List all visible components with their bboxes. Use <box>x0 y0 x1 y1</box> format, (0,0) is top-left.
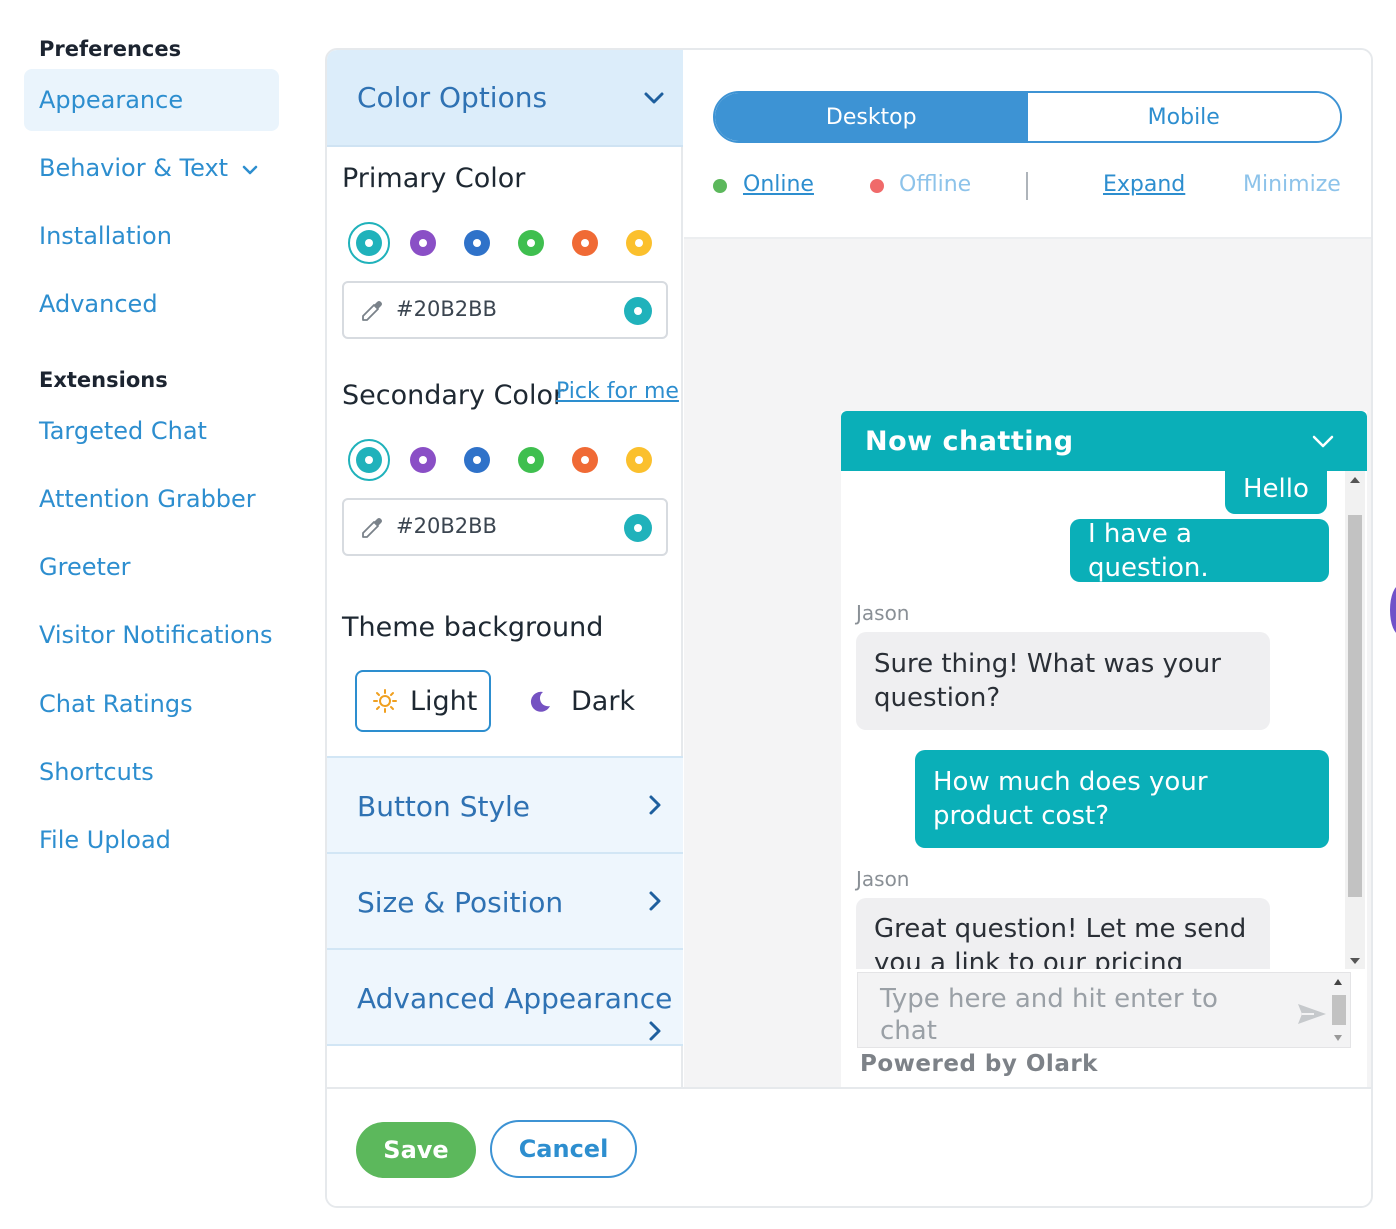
secondary-swatch-teal[interactable] <box>356 447 382 473</box>
size-position-title: Size & Position <box>357 885 564 919</box>
button-style-header[interactable]: Button Style <box>327 756 683 854</box>
extensions-heading: Extensions <box>39 368 168 392</box>
secondary-swatch-blue[interactable] <box>464 447 490 473</box>
color-options-header[interactable]: Color Options <box>327 50 683 147</box>
nav-item-attention-grabber[interactable]: Attention Grabber <box>24 468 279 530</box>
chat-widget-preview: Now chatting Hello I have a question. Ja… <box>841 411 1367 1087</box>
primary-swatch-orange[interactable] <box>572 230 598 256</box>
chat-input-placeholder: Type here and hit enter to chat <box>880 984 1218 1046</box>
operator-name: Jason <box>856 601 910 625</box>
device-toggle: Desktop Mobile <box>713 91 1342 143</box>
online-link[interactable]: Online <box>743 172 814 197</box>
operator-message: Sure thing! What was your question? <box>856 632 1270 730</box>
pick-for-me-link[interactable]: Pick for me <box>556 379 679 404</box>
moon-icon <box>530 691 550 712</box>
nav-item-shortcuts[interactable]: Shortcuts <box>24 741 279 803</box>
appearance-settings-page: Preferences Appearance Behavior & Text I… <box>0 0 1396 1229</box>
sun-icon <box>373 689 397 713</box>
chevron-down-icon <box>644 92 664 104</box>
nav-item-appearance[interactable]: Appearance <box>24 69 279 131</box>
chat-header[interactable]: Now chatting <box>841 411 1367 471</box>
theme-dark-button[interactable]: Dark <box>523 670 653 732</box>
expand-link[interactable]: Expand <box>1103 172 1185 197</box>
cancel-button[interactable]: Cancel <box>490 1120 637 1178</box>
nav-item-advanced[interactable]: Advanced <box>24 273 279 335</box>
state-divider <box>1026 172 1028 200</box>
minimize-link[interactable]: Minimize <box>1243 172 1341 197</box>
nav-item-targeted-chat[interactable]: Targeted Chat <box>24 400 279 462</box>
advanced-appearance-title: Advanced Appearance <box>357 982 673 1015</box>
save-button[interactable]: Save <box>356 1122 476 1178</box>
chevron-down-icon[interactable] <box>240 160 260 180</box>
operator-message: Great question! Let me send you a link t… <box>856 898 1270 969</box>
input-scroll-up-arrow[interactable] <box>1334 979 1342 985</box>
size-position-header[interactable]: Size & Position <box>327 852 683 950</box>
secondary-color-label: Secondary Color <box>342 380 565 411</box>
primary-swatch-green[interactable] <box>518 230 544 256</box>
primary-swatch-teal[interactable] <box>356 230 382 256</box>
secondary-color-hex: #20B2BB <box>396 514 497 538</box>
primary-swatch-blue[interactable] <box>464 230 490 256</box>
input-scroll-thumb[interactable] <box>1332 995 1346 1025</box>
chat-header-title: Now chatting <box>865 425 1074 457</box>
secondary-color-preview-dot <box>624 514 652 542</box>
scroll-thumb[interactable] <box>1348 515 1362 897</box>
chevron-right-icon <box>649 891 661 911</box>
theme-background-label: Theme background <box>342 612 604 643</box>
settings-panel: Color Options Primary Color #20B2BB Seco… <box>327 50 683 1087</box>
nav-item-installation[interactable]: Installation <box>24 205 279 267</box>
eyedropper-icon[interactable] <box>359 515 385 541</box>
chat-transcript: Hello I have a question. Jason Sure thin… <box>841 471 1349 969</box>
secondary-swatch-yellow[interactable] <box>626 447 652 473</box>
launcher-bubble-edge[interactable] <box>1390 585 1396 635</box>
nav-item-chat-ratings[interactable]: Chat Ratings <box>24 673 279 735</box>
input-scroll-down-arrow[interactable] <box>1334 1035 1342 1041</box>
primary-color-hex: #20B2BB <box>396 297 497 321</box>
primary-color-label: Primary Color <box>342 163 526 194</box>
visitor-message: Hello <box>1225 471 1327 514</box>
primary-color-input[interactable]: #20B2BB <box>342 281 668 339</box>
primary-swatch-yellow[interactable] <box>626 230 652 256</box>
chat-scrollbar[interactable] <box>1345 471 1365 969</box>
primary-swatch-purple[interactable] <box>410 230 436 256</box>
theme-light-label: Light <box>410 685 478 717</box>
scroll-down-arrow[interactable] <box>1350 958 1360 964</box>
secondary-color-input[interactable]: #20B2BB <box>342 498 668 556</box>
button-style-title: Button Style <box>357 789 531 823</box>
tab-desktop[interactable]: Desktop <box>715 93 1028 141</box>
chat-message-input[interactable]: Type here and hit enter to chat <box>857 972 1351 1048</box>
nav-item-file-upload[interactable]: File Upload <box>24 809 279 871</box>
visitor-message: How much does your product cost? <box>915 750 1329 848</box>
chevron-right-icon <box>649 1021 661 1041</box>
eyedropper-icon[interactable] <box>359 298 385 324</box>
secondary-swatch-orange[interactable] <box>572 447 598 473</box>
operator-name: Jason <box>856 867 910 891</box>
secondary-swatch-purple[interactable] <box>410 447 436 473</box>
appearance-card: Color Options Primary Color #20B2BB Seco… <box>325 48 1373 1208</box>
preview-toolbar: Desktop Mobile Online Offline Expand Min… <box>684 50 1371 239</box>
theme-light-button[interactable]: Light <box>355 670 491 732</box>
advanced-appearance-header[interactable]: Advanced Appearance <box>327 948 683 1046</box>
primary-color-preview-dot <box>624 297 652 325</box>
scroll-up-arrow[interactable] <box>1350 477 1360 483</box>
preferences-heading: Preferences <box>39 37 182 61</box>
visitor-message: I have a question. <box>1070 519 1329 583</box>
offline-status-dot <box>870 179 884 193</box>
secondary-swatch-green[interactable] <box>518 447 544 473</box>
nav-item-greeter[interactable]: Greeter <box>24 536 279 598</box>
send-icon[interactable] <box>1296 1001 1328 1027</box>
color-options-title: Color Options <box>357 81 548 114</box>
chevron-down-icon[interactable] <box>1311 429 1335 453</box>
offline-link[interactable]: Offline <box>899 172 971 197</box>
footer-actions: Save Cancel <box>327 1087 1371 1206</box>
nav-item-visitor-notifications[interactable]: Visitor Notifications <box>24 604 279 666</box>
online-status-dot <box>713 179 727 193</box>
theme-dark-label: Dark <box>571 685 636 717</box>
powered-by-olark[interactable]: Powered by Olark <box>860 1051 1098 1077</box>
chevron-right-icon <box>649 795 661 815</box>
tab-mobile[interactable]: Mobile <box>1027 93 1340 141</box>
